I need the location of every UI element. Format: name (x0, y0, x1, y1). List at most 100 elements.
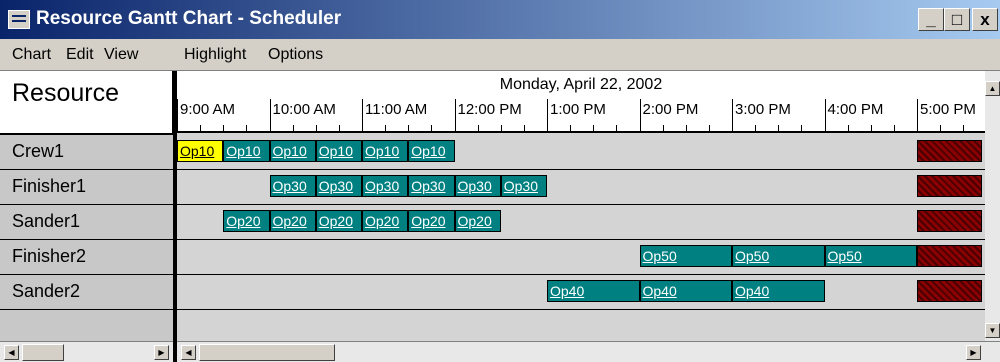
resource-row-finisher2[interactable]: Finisher2 (0, 240, 173, 275)
time-tick (593, 125, 595, 131)
scroll-right-arrow-icon[interactable]: ▶ (966, 345, 981, 360)
time-tick (963, 125, 965, 131)
operation-bar[interactable]: Op20 (408, 210, 455, 232)
time-tick (778, 125, 780, 131)
operation-bar[interactable]: Op10 (408, 140, 455, 162)
resource-header: Resource (0, 71, 173, 135)
operation-bar[interactable]: Op20 (454, 210, 501, 232)
resource-row-sander2[interactable]: Sander2 (0, 275, 173, 310)
vertical-scrollbar[interactable]: ▲ ▼ (985, 71, 1000, 341)
operation-bar[interactable]: Op30 (269, 175, 316, 197)
resource-label: Sander1 (12, 211, 81, 231)
gantt-horizontal-scrollbar[interactable]: ◀ ▶ (177, 341, 1000, 362)
operation-bar[interactable]: Op40 (732, 280, 825, 302)
operation-bar[interactable]: Op40 (639, 280, 732, 302)
time-tick (408, 125, 410, 131)
app-icon (8, 10, 30, 29)
time-tick (940, 125, 942, 131)
row-gridline (177, 169, 985, 170)
operation-bar[interactable]: Op30 (362, 175, 409, 197)
close-button[interactable]: x (972, 8, 998, 31)
resource-label: Finisher2 (12, 246, 87, 266)
menu-highlight[interactable]: Highlight (184, 45, 246, 65)
offshift-block (917, 210, 982, 232)
operation-bar[interactable]: Op20 (315, 210, 362, 232)
operation-bar[interactable]: Op10 (362, 140, 409, 162)
resource-label: Crew1 (12, 141, 65, 161)
scroll-left-arrow-icon[interactable]: ◀ (181, 345, 196, 360)
time-scale-header: 9:00 AM 10:00 AM 11:00 AM 12:00 PM 1:00 PM 2:… (177, 99, 985, 133)
time-tick (246, 125, 248, 131)
resource-row-crew1[interactable]: Crew1 (0, 135, 173, 170)
menu-options[interactable]: Options (268, 45, 323, 65)
operation-bar[interactable]: Op20 (269, 210, 316, 232)
menu-bar: Chart Edit View Highlight Options (0, 39, 1000, 71)
offshift-block (917, 140, 982, 162)
offshift-block (917, 280, 982, 302)
time-tick (292, 125, 294, 131)
scheduler-window: Resource Gantt Chart - Scheduler _ □ x C… (0, 0, 1000, 362)
time-tick (662, 125, 664, 131)
operation-bar[interactable]: Op30 (315, 175, 362, 197)
gantt-chart-area: Monday, April 22, 2002 9:00 AM 10:00 AM 11… (177, 71, 985, 341)
resource-scroll-thumb[interactable] (22, 344, 64, 361)
operation-bar[interactable]: Op50 (639, 245, 732, 267)
time-tick (200, 125, 202, 131)
offshift-block (917, 245, 982, 267)
scroll-up-arrow-icon[interactable]: ▲ (985, 81, 1000, 96)
operation-bar[interactable]: Op10 (315, 140, 362, 162)
window-title: Resource Gantt Chart - Scheduler (36, 8, 342, 29)
time-tick (801, 125, 803, 131)
time-tick (870, 125, 872, 131)
scroll-down-arrow-icon[interactable]: ▼ (985, 323, 1000, 338)
time-tick (223, 125, 225, 131)
operation-bar[interactable]: Op10 (269, 140, 316, 162)
operation-bar[interactable]: Op30 (500, 175, 547, 197)
row-gridline (177, 204, 985, 205)
operation-bar[interactable]: Op10 (177, 140, 224, 162)
time-tick (755, 125, 757, 131)
operation-bar[interactable]: Op30 (454, 175, 501, 197)
minimize-button[interactable]: _ (918, 8, 944, 31)
time-tick (893, 125, 895, 131)
resource-row-sander1[interactable]: Sander1 (0, 205, 173, 240)
operation-bar[interactable]: Op20 (362, 210, 409, 232)
menu-chart[interactable]: Chart (12, 45, 51, 65)
time-tick (385, 125, 387, 131)
operation-bar[interactable]: Op50 (732, 245, 825, 267)
maximize-button[interactable]: □ (944, 8, 970, 31)
time-tick (500, 125, 502, 131)
menu-edit[interactable]: Edit (66, 45, 94, 65)
time-tick (708, 125, 710, 131)
row-gridline (177, 274, 985, 275)
resource-pane: Resource Crew1 Finisher1 Sander1 Finishe… (0, 71, 173, 341)
resource-label: Sander2 (12, 281, 81, 301)
time-label: 5:00 PM (917, 99, 985, 131)
time-tick (338, 125, 340, 131)
row-gridline (177, 309, 985, 310)
date-header: Monday, April 22, 2002 (177, 71, 985, 99)
time-tick (685, 125, 687, 131)
menu-view[interactable]: View (104, 45, 138, 65)
offshift-block (917, 175, 982, 197)
operation-bar[interactable]: Op40 (547, 280, 640, 302)
time-tick (315, 125, 317, 131)
time-tick (570, 125, 572, 131)
resource-horizontal-scrollbar[interactable]: ◀ ▶ (0, 341, 173, 362)
title-bar[interactable]: Resource Gantt Chart - Scheduler _ □ x (0, 0, 1000, 39)
time-tick (616, 125, 618, 131)
resource-label: Finisher1 (12, 176, 87, 196)
row-gridline (177, 239, 985, 240)
time-tick (847, 125, 849, 131)
resource-header-label: Resource (12, 79, 119, 107)
resource-row-finisher1[interactable]: Finisher1 (0, 170, 173, 205)
time-tick (523, 125, 525, 131)
operation-bar[interactable]: Op10 (223, 140, 270, 162)
operation-bar[interactable]: Op30 (408, 175, 455, 197)
operation-bar[interactable]: Op20 (223, 210, 270, 232)
gantt-scroll-thumb[interactable] (199, 344, 335, 361)
scroll-left-arrow-icon[interactable]: ◀ (4, 345, 19, 360)
operation-bar[interactable]: Op50 (824, 245, 917, 267)
time-tick (477, 125, 479, 131)
scroll-right-arrow-icon[interactable]: ▶ (154, 345, 169, 360)
